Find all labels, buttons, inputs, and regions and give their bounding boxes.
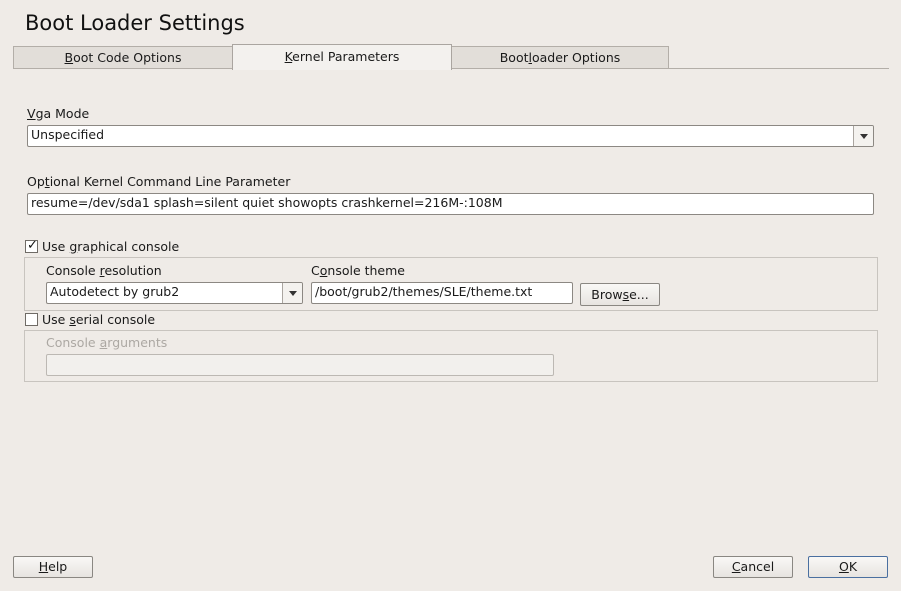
label-part: Console — [46, 263, 100, 278]
tab-kernel-parameters[interactable]: Kernel Parameters — [232, 44, 452, 70]
console-arguments-input — [46, 354, 554, 376]
button-mnemonic: C — [731, 559, 741, 574]
chevron-down-icon — [860, 134, 868, 139]
kernel-cmdline-input[interactable]: resume=/dev/sda1 splash=silent quiet sho… — [27, 193, 874, 215]
serial-console-checkbox[interactable] — [25, 313, 38, 326]
console-resolution-value: Autodetect by grub2 — [50, 284, 180, 299]
label-part: rguments — [107, 335, 168, 350]
button-label-part: elp — [48, 559, 68, 574]
tab-label-part: oot Code Options — [73, 50, 182, 65]
button-mnemonic: H — [38, 559, 49, 574]
tab-boot-code-options[interactable]: Boot Code Options — [13, 46, 233, 68]
chevron-down-icon — [289, 291, 297, 296]
label-part: esolution — [104, 263, 162, 278]
console-resolution-dropdown-button[interactable] — [282, 283, 302, 303]
label-part: Op — [27, 174, 45, 189]
label-part: nsole theme — [327, 263, 405, 278]
kernel-cmdline-value: resume=/dev/sda1 splash=silent quiet sho… — [31, 195, 503, 210]
label-mnemonic: V — [27, 106, 36, 121]
tab-label-part: Boot — [499, 50, 529, 65]
vga-mode-dropdown-button[interactable] — [853, 126, 873, 146]
console-theme-label: Console theme — [311, 263, 405, 278]
kernel-cmdline-label: Optional Kernel Command Line Parameter — [27, 174, 290, 189]
ok-button[interactable]: OK — [808, 556, 888, 578]
label-part: erial console — [75, 312, 156, 327]
tab-mnemonic: B — [64, 50, 74, 65]
label-part: Console — [46, 335, 100, 350]
console-theme-input[interactable]: /boot/grub2/themes/SLE/theme.txt — [311, 282, 573, 304]
tab-label-part: oader Options — [531, 50, 621, 65]
help-button[interactable]: Help — [13, 556, 93, 578]
tab-label-part: ernel Parameters — [292, 49, 400, 64]
dialog-title: Boot Loader Settings — [25, 11, 245, 35]
browse-button[interactable]: Browse... — [580, 283, 660, 306]
label-part: raphical console — [77, 239, 180, 254]
checkmark-icon: ✓ — [27, 238, 38, 253]
label-part: Use — [42, 312, 70, 327]
button-mnemonic: O — [838, 559, 849, 574]
button-label-part: e... — [629, 287, 649, 302]
label-part: C — [311, 263, 320, 278]
console-resolution-label: Console resolution — [46, 263, 162, 278]
vga-mode-select[interactable]: Unspecified — [27, 125, 874, 147]
button-label-part: K — [848, 559, 858, 574]
serial-console-label[interactable]: Use serial console — [42, 312, 155, 327]
tab-bootloader-options[interactable]: Bootloader Options — [451, 46, 669, 68]
console-theme-value: /boot/grub2/themes/SLE/theme.txt — [315, 284, 533, 299]
label-part: Use — [42, 239, 70, 254]
graphical-console-label[interactable]: Use graphical console — [42, 239, 179, 254]
vga-mode-value: Unspecified — [31, 127, 105, 142]
graphical-console-checkbox[interactable]: ✓ — [25, 238, 38, 253]
console-arguments-label: Console arguments — [46, 335, 167, 350]
label-part: ga Mode — [35, 106, 90, 121]
button-label-part: ancel — [740, 559, 775, 574]
vga-mode-label: Vga Mode — [27, 106, 89, 121]
button-label-part: Brow — [591, 287, 623, 302]
label-part: ional Kernel Command Line Parameter — [49, 174, 291, 189]
console-resolution-select[interactable]: Autodetect by grub2 — [46, 282, 303, 304]
cancel-button[interactable]: Cancel — [713, 556, 793, 578]
